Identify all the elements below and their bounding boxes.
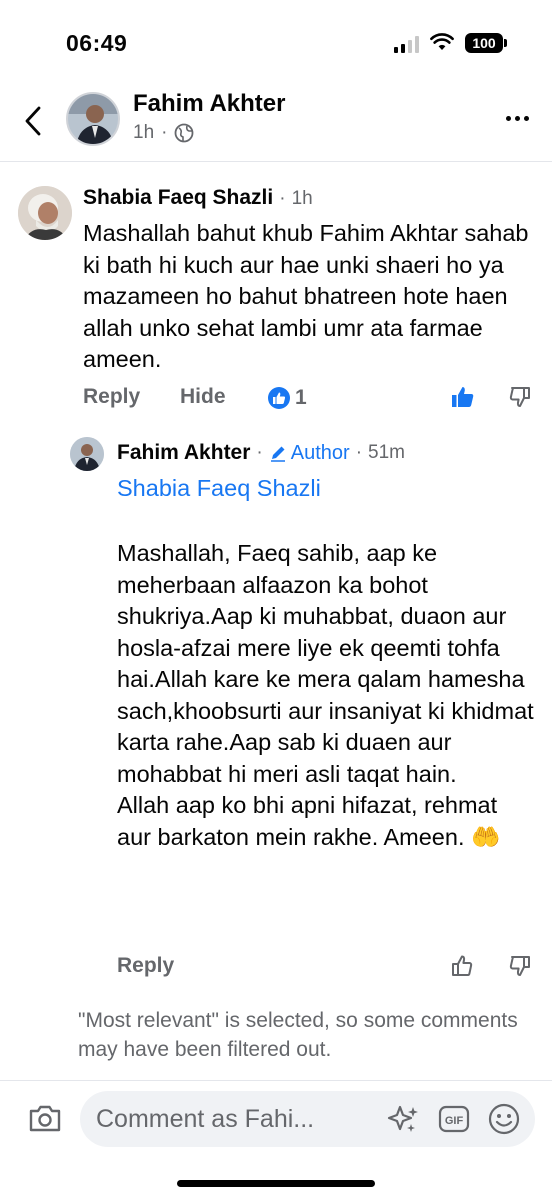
gif-button[interactable]: GIF	[438, 1104, 470, 1139]
comment-header: Shabia Faeq Shazli · 1h	[83, 186, 313, 210]
emoji-icon	[488, 1103, 520, 1135]
cellular-signal-icon	[394, 36, 419, 53]
pencil-icon	[270, 446, 285, 462]
comment-time: 1h	[291, 188, 313, 209]
reply-button[interactable]: Reply	[83, 385, 140, 409]
dislike-button[interactable]	[509, 954, 531, 983]
avatar[interactable]	[66, 92, 120, 146]
thumbs-down-icon	[509, 956, 530, 976]
wifi-icon	[430, 33, 454, 56]
author-badge-label: Author	[290, 441, 350, 464]
emoji-button[interactable]	[487, 1102, 521, 1141]
camera-icon	[29, 1105, 61, 1132]
reaction-count-number: 1	[295, 386, 307, 409]
like-button[interactable]	[451, 954, 473, 983]
post-time: 1h	[133, 122, 155, 143]
camera-button[interactable]	[28, 1103, 62, 1138]
thumbs-up-icon	[452, 955, 473, 976]
author-badge: Author	[269, 442, 350, 465]
post-meta: 1h ·	[133, 122, 194, 144]
globe-icon	[175, 123, 194, 143]
battery-indicator: 100	[465, 33, 507, 53]
avatar[interactable]	[70, 437, 104, 471]
reply-button[interactable]: Reply	[117, 954, 174, 978]
reply-time: 51m	[368, 442, 405, 463]
reply-text: Mashallah, Faeq sahib, aap ke meherbaan …	[117, 540, 534, 850]
gif-icon: GIF	[438, 1105, 470, 1133]
thumbs-up-filled-icon	[452, 387, 474, 407]
more-options-icon[interactable]	[502, 110, 532, 126]
svg-text:GIF: GIF	[445, 1115, 464, 1127]
meta-separator: ·	[355, 442, 363, 463]
sparkle-sticker-icon	[387, 1105, 418, 1132]
home-indicator	[177, 1180, 375, 1187]
sticker-button[interactable]	[387, 1104, 421, 1141]
status-time: 06:49	[66, 30, 128, 56]
chevron-left-icon	[25, 106, 41, 136]
comment-text: Mashallah bahut khub Fahim Akhtar sahab …	[83, 220, 529, 372]
meta-separator: ·	[279, 188, 286, 209]
comment-box: GIF	[80, 1091, 535, 1147]
thumbs-down-icon	[509, 387, 530, 407]
post-author-name[interactable]: Fahim Akhter	[133, 90, 285, 118]
hide-button[interactable]: Hide	[180, 385, 226, 409]
dislike-button[interactable]	[509, 385, 531, 415]
meta-separator: ·	[256, 442, 263, 463]
like-button[interactable]	[451, 385, 475, 415]
back-button[interactable]	[18, 104, 48, 138]
post-header: Fahim Akhter 1h ·	[0, 84, 552, 162]
comment-input[interactable]	[96, 1091, 366, 1147]
like-reaction-icon	[268, 387, 290, 409]
avatar[interactable]	[18, 186, 72, 240]
filter-notice: "Most relevant" is selected, so some com…	[78, 1009, 518, 1061]
status-bar: 06:49 100	[0, 0, 552, 84]
reply-header: Fahim Akhter · Author · 51m	[117, 441, 405, 465]
meta-separator: ·	[161, 122, 168, 143]
reaction-count[interactable]: 1	[268, 386, 307, 410]
mention-link[interactable]: Shabia Faeq Shazli	[117, 475, 321, 502]
reply-author-name[interactable]: Fahim Akhter	[117, 441, 250, 465]
reply-actions: Reply	[117, 952, 542, 982]
comment-author-name[interactable]: Shabia Faeq Shazli	[83, 186, 273, 210]
comment-actions: Reply Hide 1	[83, 383, 543, 413]
